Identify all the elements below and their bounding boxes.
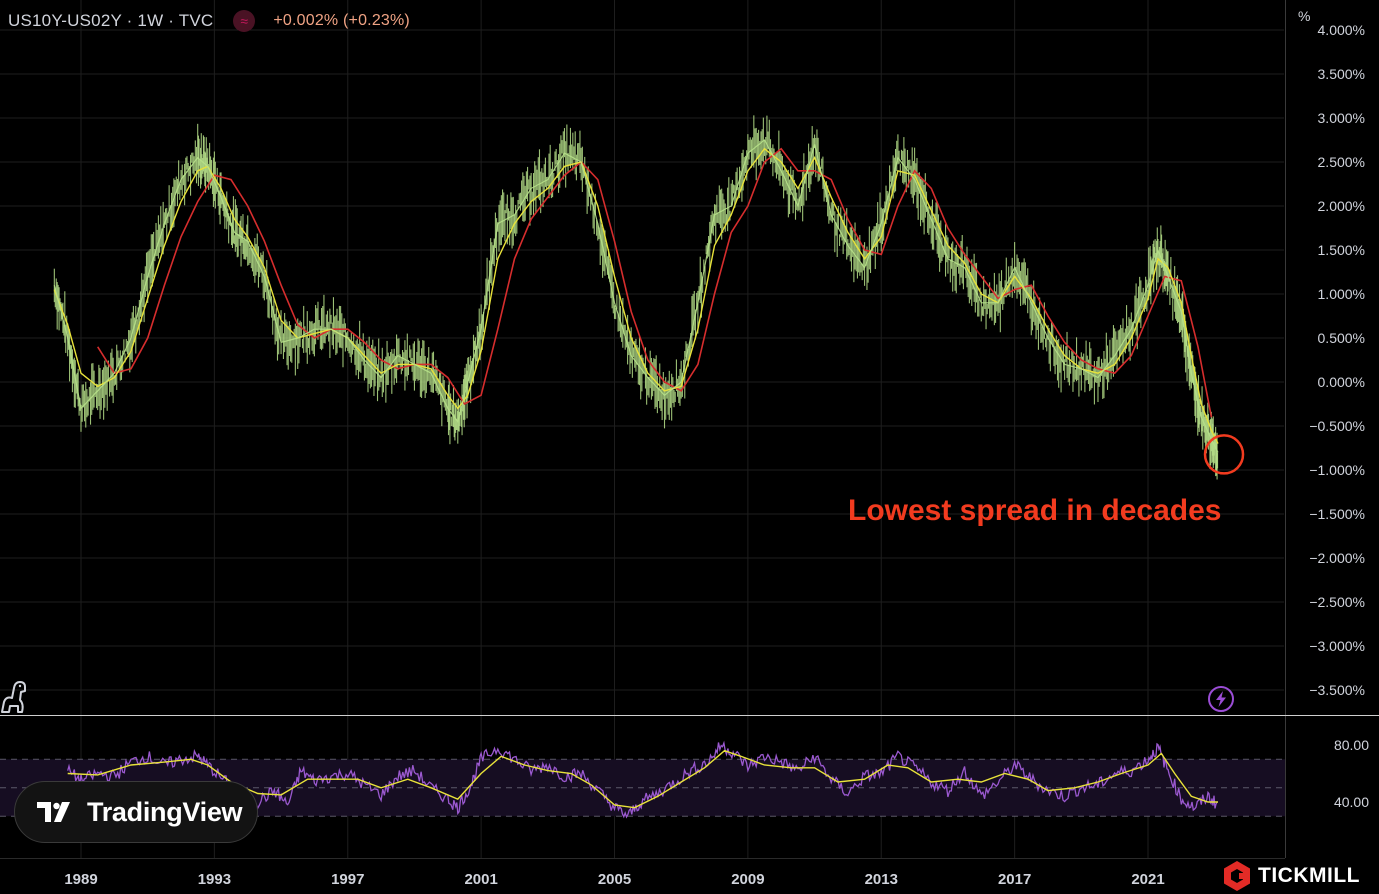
price-axis-label: −3.500% [1309, 682, 1365, 698]
time-axis-label: 2017 [998, 871, 1031, 888]
price-axis-label: 3.000% [1318, 110, 1365, 126]
change-label: +0.002% (+0.23%) [273, 12, 410, 29]
price-axis-label: −3.000% [1309, 638, 1365, 654]
chart-header: US10Y-US02Y · 1W · TVC ≈ +0.002% (+0.23%… [8, 9, 410, 33]
tickmill-label: TICKMILL [1258, 864, 1360, 887]
price-line [53, 139, 1219, 453]
tickmill-logo-icon [1224, 861, 1250, 891]
price-axis-label: 4.000% [1318, 22, 1365, 38]
price-axis-label: 2.500% [1318, 154, 1365, 170]
time-axis-label: 2021 [1131, 871, 1164, 888]
price-axis-label: −1.500% [1309, 506, 1365, 522]
rsi-axis-label: 40.00 [1334, 794, 1369, 810]
dinosaur-icon[interactable] [0, 680, 30, 714]
price-axis-label: 2.000% [1318, 198, 1365, 214]
time-axis-label: 2009 [731, 871, 764, 888]
price-axis-label: −1.000% [1309, 462, 1365, 478]
price-axis-label: 3.500% [1318, 66, 1365, 82]
tradingview-logo-icon [37, 802, 70, 822]
time-axis-label: 1997 [331, 871, 364, 888]
price-axis-label: −0.500% [1309, 418, 1365, 434]
price-axis-label: 0.000% [1318, 374, 1365, 390]
symbol-label[interactable]: US10Y-US02Y · 1W · TVC [8, 11, 213, 31]
time-axis-label: 2001 [464, 871, 497, 888]
price-axis-label: 1.500% [1318, 242, 1365, 258]
time-axis-label: 2013 [865, 871, 898, 888]
time-axis-label: 1989 [64, 871, 97, 888]
time-axis-label: 1993 [198, 871, 231, 888]
approx-icon: ≈ [233, 10, 256, 32]
ma-fast-line [53, 147, 1219, 444]
price-axis-label: −2.500% [1309, 594, 1365, 610]
axis-unit-label: % [1298, 8, 1311, 24]
tradingview-label: TradingView [87, 796, 243, 827]
lightning-icon[interactable] [1207, 685, 1235, 713]
time-axis-label: 2005 [598, 871, 631, 888]
price-axis-label: 1.000% [1318, 286, 1365, 302]
chart-canvas[interactable]: 4.000% 3.500% 3.000% 2.500% 2.000% 1.500% 1.00… [0, 0, 1379, 894]
price-axis-label: 0.500% [1318, 330, 1365, 346]
tradingview-badge[interactable]: TradingView [14, 781, 258, 843]
tickmill-logo: TICKMILL [1222, 860, 1360, 892]
price-axis-label: −2.000% [1309, 550, 1365, 566]
annotation-text: Lowest spread in decades [848, 494, 1222, 527]
rsi-axis-label: 80.00 [1334, 737, 1369, 753]
